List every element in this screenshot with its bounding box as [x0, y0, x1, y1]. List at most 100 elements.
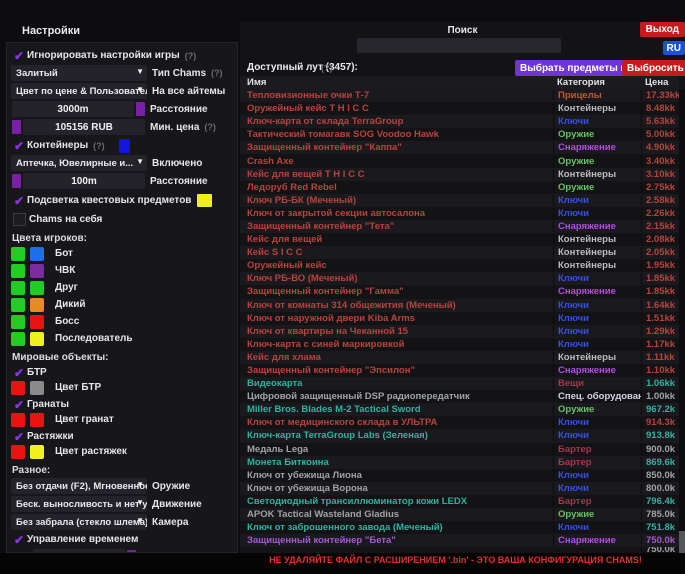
- checkbox-Гранаты[interactable]: ✔Гранаты: [11, 397, 237, 412]
- loot-table-row[interactable]: Ключ РБ-ВО (Меченый)Ключи1.85kk: [240, 272, 679, 285]
- column-price[interactable]: Цена: [641, 77, 679, 88]
- help-icon[interactable]: (?): [93, 141, 105, 151]
- checkbox-quest-highlight[interactable]: ✔ Подсветка квестовых предметов: [11, 193, 237, 208]
- min-price-color-swatch[interactable]: [12, 120, 21, 134]
- containers-color-swatch[interactable]: [119, 139, 130, 153]
- loot-table-row[interactable]: Тактический томагавк SOG Voodoo HawkОруж…: [240, 128, 679, 141]
- item-name: Ключ от закрытой секции автосалона: [247, 208, 553, 219]
- checkbox-containers[interactable]: ✔ Контейнеры (?): [11, 138, 237, 153]
- loot-table-row[interactable]: Ключ от убежища ВоронаКлючи800.0k: [240, 482, 679, 495]
- item-price: 1.95kk: [641, 260, 679, 271]
- loot-table-row[interactable]: Защищенный контейнер "Бета"Снаряжение750…: [240, 534, 679, 547]
- loot-table-row[interactable]: Цифровой защищенный DSP радиопередатчикС…: [240, 390, 679, 403]
- checkbox-ignore-game-settings[interactable]: ✔ Игнорировать настройки игры (?): [11, 48, 237, 63]
- chams-type-dropdown[interactable]: Залитый ▼: [11, 65, 147, 81]
- search-input[interactable]: [357, 38, 561, 53]
- loot-table-row[interactable]: Ключ-карта от склада TerraGroupКлючи5.63…: [240, 115, 679, 128]
- player-color-swatch-2[interactable]: [30, 264, 44, 278]
- loot-table-row[interactable]: Оружейный кейсКонтейнеры1.95kk: [240, 259, 679, 272]
- item-name: Ключ РБ-ВО (Меченый): [247, 273, 553, 284]
- world-color-swatch-1[interactable]: [11, 381, 25, 395]
- loot-table-row[interactable]: Медаль LegaБартер900.0k: [240, 443, 679, 456]
- distance-color-swatch[interactable]: [136, 102, 145, 116]
- help-icon[interactable]: (?): [211, 68, 223, 78]
- player-color-swatch-1[interactable]: [11, 264, 25, 278]
- camera-misc-dropdown[interactable]: Без забрала (стекло шлема) ▼: [11, 514, 147, 530]
- loot-table-row[interactable]: Защищенный контейнер "Каппа"Снаряжение4.…: [240, 141, 679, 154]
- column-name[interactable]: Имя: [247, 77, 553, 88]
- weapon-misc-label: Оружие: [152, 481, 190, 492]
- player-color-swatch-2[interactable]: [30, 332, 44, 346]
- player-color-swatch-2[interactable]: [30, 315, 44, 329]
- player-color-swatch-2[interactable]: [30, 281, 44, 295]
- loot-table-row[interactable]: Ключ-карта TerraGroup Labs (Зеленая)Ключ…: [240, 429, 679, 442]
- loot-table-row[interactable]: APOK Tactical Wasteland GladiusОружие785…: [240, 508, 679, 521]
- movement-misc-dropdown[interactable]: Беск. выносливость и нет уста ▼: [11, 496, 147, 512]
- loot-table-row[interactable]: Оружейный кейс T H I C CКонтейнеры8.48kk: [240, 102, 679, 115]
- containers-filter-dropdown[interactable]: Аптечка, Ювелирные и... ▼: [11, 155, 147, 171]
- help-icon[interactable]: (?): [204, 122, 216, 132]
- loot-table-row[interactable]: Ключ от комнаты 314 общежития (Меченый)К…: [240, 299, 679, 312]
- all-items-mode-dropdown[interactable]: Цвет по цене & Пользователь ▼: [11, 83, 147, 99]
- exit-button[interactable]: Выход: [640, 22, 685, 37]
- loot-table-row[interactable]: ВидеокартаВещи1.06kk: [240, 377, 679, 390]
- loot-table-row[interactable]: Crash AxeОружие3.40kk: [240, 154, 679, 167]
- language-button[interactable]: RU: [663, 41, 685, 55]
- loot-table-row[interactable]: Защищенный контейнер "Тета"Снаряжение2.1…: [240, 220, 679, 233]
- quest-color-swatch[interactable]: [197, 194, 212, 207]
- player-color-swatch-1[interactable]: [11, 281, 25, 295]
- checkbox-chams-self[interactable]: Chams на себя: [11, 212, 237, 227]
- loot-table-row[interactable]: Кейс S I C CКонтейнеры2.05kk: [240, 246, 679, 259]
- help-icon[interactable]: (?): [321, 63, 333, 73]
- items-distance-slider[interactable]: 3000m: [12, 101, 134, 117]
- loot-table-row[interactable]: Защищенный контейнер "Гамма"Снаряжение1.…: [240, 285, 679, 298]
- item-name: Ключ-карта с синей маркировкой: [247, 339, 553, 350]
- item-price: 796.4k: [641, 496, 679, 507]
- item-name: APOK Tactical Wasteland Gladius: [247, 509, 553, 520]
- world-color-swatch-1[interactable]: [11, 413, 25, 427]
- loot-table-row[interactable]: Защищенный контейнер "Эпсилон"Снаряжение…: [240, 364, 679, 377]
- loot-table-row[interactable]: Ключ от убежища ЛионаКлючи850.0k: [240, 469, 679, 482]
- loot-table-row[interactable]: Ключ от заброшенного завода (Меченый)Клю…: [240, 521, 679, 534]
- column-category[interactable]: Категория: [553, 77, 641, 88]
- loot-table-row[interactable]: Тепловизионные очки Т-7Прицелы17.33kk: [240, 89, 679, 102]
- loot-table-row[interactable]: Кейс для вещейКонтейнеры2.08kk: [240, 233, 679, 246]
- loot-table-row[interactable]: Ключ от квартиры на Чеканной 15Ключи1.29…: [240, 325, 679, 338]
- containers-distance-color-swatch[interactable]: [12, 174, 21, 188]
- player-color-swatch-1[interactable]: [11, 247, 25, 261]
- checkbox-Растяжки[interactable]: ✔Растяжки: [11, 429, 237, 444]
- player-color-swatch-1[interactable]: [11, 315, 25, 329]
- item-name: Кейс S I C C: [247, 247, 553, 258]
- help-icon[interactable]: (?): [185, 51, 197, 61]
- loot-table-row[interactable]: Ключ РБ-БК (Меченый)Ключи2.58kk: [240, 194, 679, 207]
- loot-table-row[interactable]: Ключ от наружной двери Kiba ArmsКлючи1.5…: [240, 312, 679, 325]
- scrollbar-thumb[interactable]: [679, 531, 685, 553]
- loot-table-row[interactable]: Кейс для вещей T H I C CКонтейнеры3.10kk: [240, 168, 679, 181]
- world-color-swatch-2[interactable]: [30, 413, 44, 427]
- loot-table-row[interactable]: Ключ-карта с синей маркировкойКлючи1.17k…: [240, 338, 679, 351]
- checkbox-БТР[interactable]: ✔БТР: [11, 365, 237, 380]
- player-color-swatch-1[interactable]: [11, 332, 25, 346]
- loot-table-row[interactable]: Кейс для хламаКонтейнеры1.11kk: [240, 351, 679, 364]
- loot-table-row[interactable]: Miller Bros. Blades M-2 Tactical SwordОр…: [240, 403, 679, 416]
- world-color-swatch-2[interactable]: [30, 445, 44, 459]
- weapon-misc-dropdown[interactable]: Без отдачи (F2), Мгновенное п ▼: [11, 478, 147, 494]
- chevron-down-icon: ▼: [136, 498, 144, 507]
- world-color-swatch-1[interactable]: [11, 445, 25, 459]
- loot-table-row[interactable]: Ледоруб Red RebelОружие2.75kk: [240, 181, 679, 194]
- loot-table-row[interactable]: Монета БиткоинаБартер869.6k: [240, 456, 679, 469]
- loot-table-row[interactable]: Ключ от медицинского склада в УЛЬТРАКлюч…: [240, 416, 679, 429]
- world-color-swatch-2[interactable]: [30, 381, 44, 395]
- containers-distance-slider[interactable]: 100m: [23, 173, 145, 189]
- loot-table-row[interactable]: Светодиодный трансиллюминатор кожи LEDXБ…: [240, 495, 679, 508]
- player-color-swatch-2[interactable]: [30, 247, 44, 261]
- player-color-swatch-2[interactable]: [30, 298, 44, 312]
- loot-table-row[interactable]: Ключ от закрытой секции автосалонаКлючи2…: [240, 207, 679, 220]
- player-color-swatch-1[interactable]: [11, 298, 25, 312]
- loot-panel: Поиск Выход RU Доступный лут (3457): (?)…: [240, 22, 685, 553]
- drop-all-button[interactable]: Выбросить все: [622, 60, 685, 76]
- checkbox-time-control[interactable]: ✔ Управление временем: [11, 532, 237, 547]
- scrollbar[interactable]: [679, 89, 685, 553]
- loot-table-row-partial[interactable]: 750.0k: [240, 547, 679, 552]
- min-price-slider[interactable]: 105156 RUB: [23, 119, 145, 135]
